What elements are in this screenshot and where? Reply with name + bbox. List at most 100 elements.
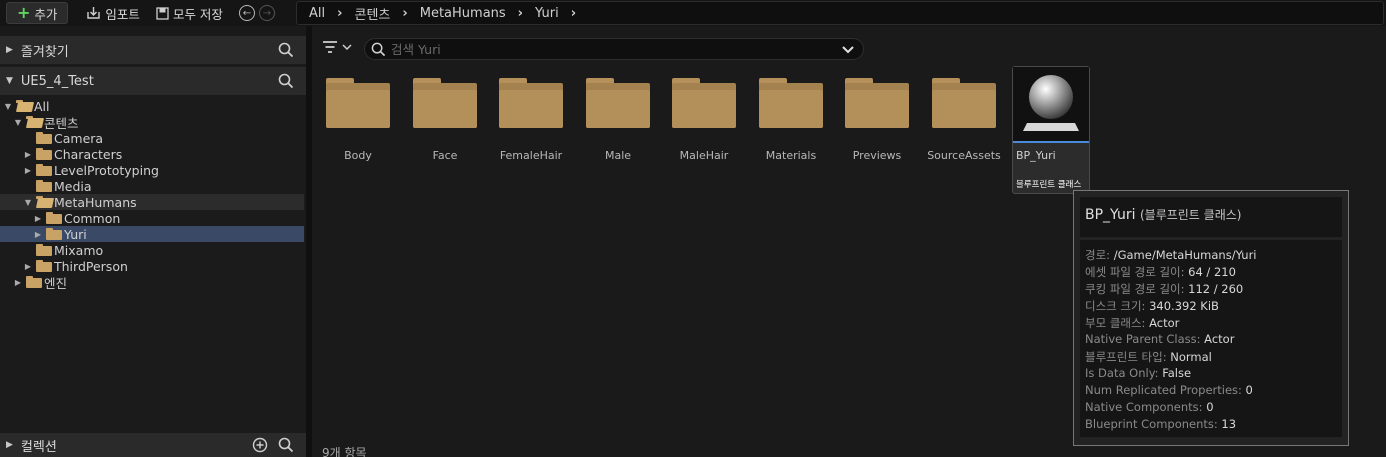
tooltip-row: Is Data Only: False xyxy=(1085,366,1342,383)
back-icon[interactable]: ← xyxy=(238,5,255,21)
tooltip-row: Num Replicated Properties: 0 xyxy=(1085,383,1342,400)
project-label: UE5_4_Test xyxy=(20,73,94,89)
folder-label: Male xyxy=(604,149,632,162)
tooltip-key: 쿠킹 파일 경로 길이: xyxy=(1085,282,1185,296)
folder-label: MaleHair xyxy=(679,149,729,162)
forward-icon[interactable]: → xyxy=(258,5,275,21)
expand-down-icon[interactable]: ▼ xyxy=(2,102,14,111)
filter-button[interactable] xyxy=(322,40,352,54)
folder-label: Materials xyxy=(765,149,817,162)
import-button[interactable]: 임포트 xyxy=(80,2,146,24)
sphere-icon xyxy=(1023,75,1079,131)
tree-item-label: 콘텐츠 xyxy=(44,115,79,131)
tooltip-key: Num Replicated Properties: xyxy=(1085,383,1242,397)
expand-right-icon[interactable]: ▶ xyxy=(32,214,44,223)
tooltip-key: 디스크 크기: xyxy=(1085,299,1146,313)
breadcrumb-all[interactable]: All xyxy=(307,6,327,21)
tooltip-key: Is Data Only: xyxy=(1085,366,1159,380)
folder-icon xyxy=(586,78,650,128)
expand-down-icon[interactable]: ▼ xyxy=(22,198,34,207)
tooltip-value: Normal xyxy=(1170,350,1212,364)
expand-right-icon[interactable]: ▶ xyxy=(32,230,44,239)
blueprint-asset-type: 블루프린트 클래스 xyxy=(1016,180,1082,190)
tree-item-yuri[interactable]: ▶ Yuri xyxy=(0,226,304,242)
chevron-down-icon[interactable] xyxy=(841,41,855,57)
project-header[interactable]: ▼ UE5_4_Test xyxy=(0,67,306,95)
tree-item-engine[interactable]: ▶ 엔진 xyxy=(0,274,304,291)
tree-item-label: MetaHumans xyxy=(54,194,137,210)
search-icon[interactable] xyxy=(278,73,294,89)
folder-icon xyxy=(36,244,52,256)
tooltip-row: 부모 클래스: Actor xyxy=(1085,315,1342,332)
breadcrumb-metahumans[interactable]: MetaHumans xyxy=(418,6,508,21)
folder-icon xyxy=(36,148,52,160)
tooltip-value: 13 xyxy=(1221,417,1237,431)
expand-right-icon[interactable]: ▶ xyxy=(22,166,34,175)
folder-label: SourceAssets xyxy=(927,149,1001,162)
expand-right-icon[interactable]: ▶ xyxy=(22,150,34,159)
tree-item-media[interactable]: Media xyxy=(0,178,304,194)
favorites-header[interactable]: ▶ 즐겨찾기 xyxy=(0,36,306,64)
folder-label: Face xyxy=(432,149,458,162)
tree-item-metahumans[interactable]: ▼ MetaHumans xyxy=(0,194,304,210)
expand-right-icon[interactable]: ▶ xyxy=(22,262,34,271)
sources-panel: ▶ 즐겨찾기 ▼ UE5_4_Test ▼ All ▼ 콘텐츠 Camera ▶… xyxy=(0,36,306,457)
tooltip-value: Actor xyxy=(1149,316,1180,330)
tooltip-value: False xyxy=(1162,366,1192,380)
tooltip-value: 64 / 210 xyxy=(1188,265,1236,279)
tree-item-label: Mixamo xyxy=(54,242,104,258)
blueprint-asset-name: BP_Yuri xyxy=(1016,149,1056,162)
breadcrumb-yuri[interactable]: Yuri xyxy=(533,6,561,21)
tooltip-key: 경로: xyxy=(1085,248,1111,262)
folder-icon xyxy=(499,78,563,128)
tree-item-camera[interactable]: Camera xyxy=(0,130,304,146)
tooltip-key: Native Parent Class: xyxy=(1085,332,1201,346)
folder-tile[interactable]: Materials xyxy=(755,76,827,166)
save-icon xyxy=(156,6,169,20)
chevron-right-icon[interactable]: › xyxy=(327,6,352,21)
collections-label: 컬렉션 xyxy=(20,439,57,455)
search-icon[interactable] xyxy=(278,437,294,453)
chevron-down-icon xyxy=(342,44,352,51)
search-icon[interactable] xyxy=(278,42,294,58)
chevron-right-icon[interactable]: › xyxy=(561,6,586,21)
folder-tile[interactable]: MaleHair xyxy=(668,76,740,166)
expand-right-icon[interactable]: ▶ xyxy=(6,440,13,450)
folder-tile[interactable]: FemaleHair xyxy=(495,76,567,166)
asset-search-box[interactable] xyxy=(364,38,864,60)
expand-down-icon[interactable]: ▼ xyxy=(6,76,13,86)
chevron-right-icon[interactable]: › xyxy=(392,6,417,21)
folder-label: Previews xyxy=(852,149,902,162)
save-all-button[interactable]: 모두 저장 xyxy=(150,2,229,24)
breadcrumb-content[interactable]: 콘텐츠 xyxy=(352,4,392,23)
tree-item-common[interactable]: ▶ Common xyxy=(0,210,304,226)
folder-tile[interactable]: Face xyxy=(409,76,481,166)
collections-header[interactable]: ▶ 컬렉션 xyxy=(0,433,306,457)
folder-tile[interactable]: Body xyxy=(322,76,394,166)
tooltip-key: 부모 클래스: xyxy=(1085,316,1146,330)
add-button[interactable]: + 추가 xyxy=(6,2,69,24)
expand-right-icon[interactable]: ▶ xyxy=(12,278,24,287)
tooltip-key: Native Components: xyxy=(1085,400,1203,414)
tooltip-title: BP_Yuri xyxy=(1085,207,1136,223)
add-collection-icon[interactable] xyxy=(252,437,268,453)
tree-item-content[interactable]: ▼ 콘텐츠 xyxy=(0,114,304,131)
tree-item-characters[interactable]: ▶ Characters xyxy=(0,146,304,162)
tree-item-label: Camera xyxy=(54,130,104,146)
folder-icon xyxy=(26,276,42,288)
tooltip-key: 블루프린트 타입: xyxy=(1085,350,1167,364)
expand-down-icon[interactable]: ▼ xyxy=(12,118,24,127)
search-input[interactable] xyxy=(391,40,831,58)
folder-label: FemaleHair xyxy=(499,149,563,162)
folder-tile[interactable]: Previews xyxy=(841,76,913,166)
tree-item-mixamo[interactable]: Mixamo xyxy=(0,242,304,258)
folder-tile[interactable]: Male xyxy=(582,76,654,166)
expand-right-icon[interactable]: ▶ xyxy=(6,45,13,55)
folder-tile[interactable]: SourceAssets xyxy=(927,76,1001,166)
blueprint-asset-tile[interactable]: BP_Yuri 블루프린트 클래스 xyxy=(1012,66,1090,194)
chevron-right-icon[interactable]: › xyxy=(508,6,533,21)
tree-item-levelprototyping[interactable]: ▶ LevelPrototyping xyxy=(0,162,304,178)
tree-item-label: Yuri xyxy=(64,226,87,242)
add-button-label: 추가 xyxy=(34,6,58,22)
tooltip-row: 블루프린트 타입: Normal xyxy=(1085,349,1342,366)
